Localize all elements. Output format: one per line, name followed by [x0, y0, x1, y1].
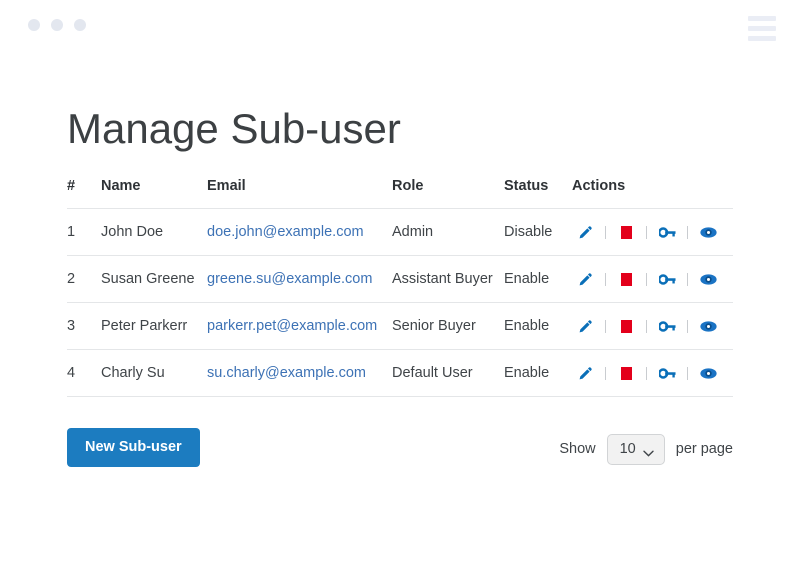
page-title: Manage Sub-user [67, 105, 401, 153]
cell-name: Susan Greene [101, 255, 207, 303]
cell-actions [572, 255, 733, 303]
cell-name: Peter Parkerr [101, 302, 207, 350]
column-header-email: Email [207, 178, 246, 194]
email-link[interactable]: su.charly@example.com [207, 365, 366, 381]
action-separator [646, 225, 647, 239]
edit-pencil-icon[interactable] [572, 269, 598, 289]
delete-trash-icon[interactable] [613, 316, 639, 336]
edit-pencil-icon[interactable] [572, 316, 598, 336]
window-dot-icon [51, 19, 63, 31]
action-separator [605, 319, 606, 333]
cell-status: Enable [504, 302, 572, 350]
email-link[interactable]: doe.john@example.com [207, 224, 364, 240]
row-actions [572, 222, 733, 242]
table-row: 2 Susan Greene greene.su@example.com Ass… [67, 255, 733, 303]
view-eye-icon[interactable] [695, 222, 721, 242]
key-icon[interactable] [654, 316, 680, 336]
table-header-row: # Name Email Role Status Actions [67, 178, 733, 209]
cell-number: 1 [67, 208, 101, 256]
action-separator [687, 319, 688, 333]
cell-role: Admin [392, 208, 504, 256]
cell-role: Assistant Buyer [392, 255, 504, 303]
delete-trash-icon[interactable] [613, 222, 639, 242]
action-separator [646, 319, 647, 333]
view-eye-icon[interactable] [695, 363, 721, 383]
cell-email: parkerr.pet@example.com [207, 302, 392, 350]
view-eye-icon[interactable] [695, 269, 721, 289]
column-header-role: Role [392, 178, 424, 194]
cell-status: Enable [504, 349, 572, 397]
cell-number: 2 [67, 255, 101, 303]
table-row: 3 Peter Parkerr parkerr.pet@example.com … [67, 302, 733, 350]
column-header-name: Name [101, 178, 141, 194]
new-sub-user-button[interactable]: New Sub-user [67, 428, 200, 467]
cell-name: Charly Su [101, 349, 207, 397]
cell-email: doe.john@example.com [207, 208, 392, 256]
cell-actions [572, 208, 733, 256]
action-separator [687, 366, 688, 380]
table-body: 1 John Doe doe.john@example.com Admin Di… [67, 208, 733, 397]
action-separator [687, 225, 688, 239]
pagination-controls: Show 10 per page [559, 434, 733, 465]
hamburger-bar [748, 16, 776, 21]
column-header-actions: Actions [572, 178, 626, 194]
action-separator [646, 366, 647, 380]
cell-actions [572, 349, 733, 397]
edit-pencil-icon[interactable] [572, 363, 598, 383]
table-footer: New Sub-user Show 10 per page [67, 428, 733, 468]
per-page-label: per page [675, 441, 733, 458]
action-separator [646, 272, 647, 286]
hamburger-bar [748, 36, 776, 41]
chevron-down-icon [643, 446, 654, 457]
cell-status: Enable [504, 255, 572, 303]
action-separator [605, 272, 606, 286]
table-row: 4 Charly Su su.charly@example.com Defaul… [67, 349, 733, 397]
window-dots [28, 19, 86, 31]
per-page-select[interactable]: 10 [606, 434, 665, 465]
hamburger-icon[interactable] [748, 16, 776, 41]
users-table: # Name Email Role Status Actions 1 John … [67, 178, 733, 397]
window-dot-icon [74, 19, 86, 31]
action-separator [605, 225, 606, 239]
key-icon[interactable] [654, 222, 680, 242]
row-actions [572, 269, 733, 289]
email-link[interactable]: greene.su@example.com [207, 271, 372, 287]
edit-pencil-icon[interactable] [572, 222, 598, 242]
per-page-value: 10 [619, 441, 636, 457]
action-separator [605, 366, 606, 380]
delete-trash-icon[interactable] [613, 269, 639, 289]
window-dot-icon [28, 19, 40, 31]
show-label: Show [559, 441, 596, 458]
cell-email: su.charly@example.com [207, 349, 392, 397]
cell-actions [572, 302, 733, 350]
key-icon[interactable] [654, 363, 680, 383]
table-head: # Name Email Role Status Actions [67, 178, 733, 209]
row-actions [572, 316, 733, 336]
cell-name: John Doe [101, 208, 207, 256]
action-separator [687, 272, 688, 286]
column-header-status: Status [504, 178, 549, 194]
cell-number: 4 [67, 349, 101, 397]
hamburger-bar [748, 26, 776, 31]
cell-role: Senior Buyer [392, 302, 504, 350]
cell-number: 3 [67, 302, 101, 350]
cell-status: Disable [504, 208, 572, 256]
delete-trash-icon[interactable] [613, 363, 639, 383]
email-link[interactable]: parkerr.pet@example.com [207, 318, 377, 334]
table-row: 1 John Doe doe.john@example.com Admin Di… [67, 208, 733, 256]
view-eye-icon[interactable] [695, 316, 721, 336]
cell-role: Default User [392, 349, 504, 397]
column-header-number: # [67, 178, 76, 194]
window-chrome [0, 0, 800, 56]
row-actions [572, 363, 733, 383]
key-icon[interactable] [654, 269, 680, 289]
cell-email: greene.su@example.com [207, 255, 392, 303]
app-window: Manage Sub-user # Name Email Role Status… [0, 0, 800, 578]
users-table-container: # Name Email Role Status Actions 1 John … [67, 178, 733, 397]
